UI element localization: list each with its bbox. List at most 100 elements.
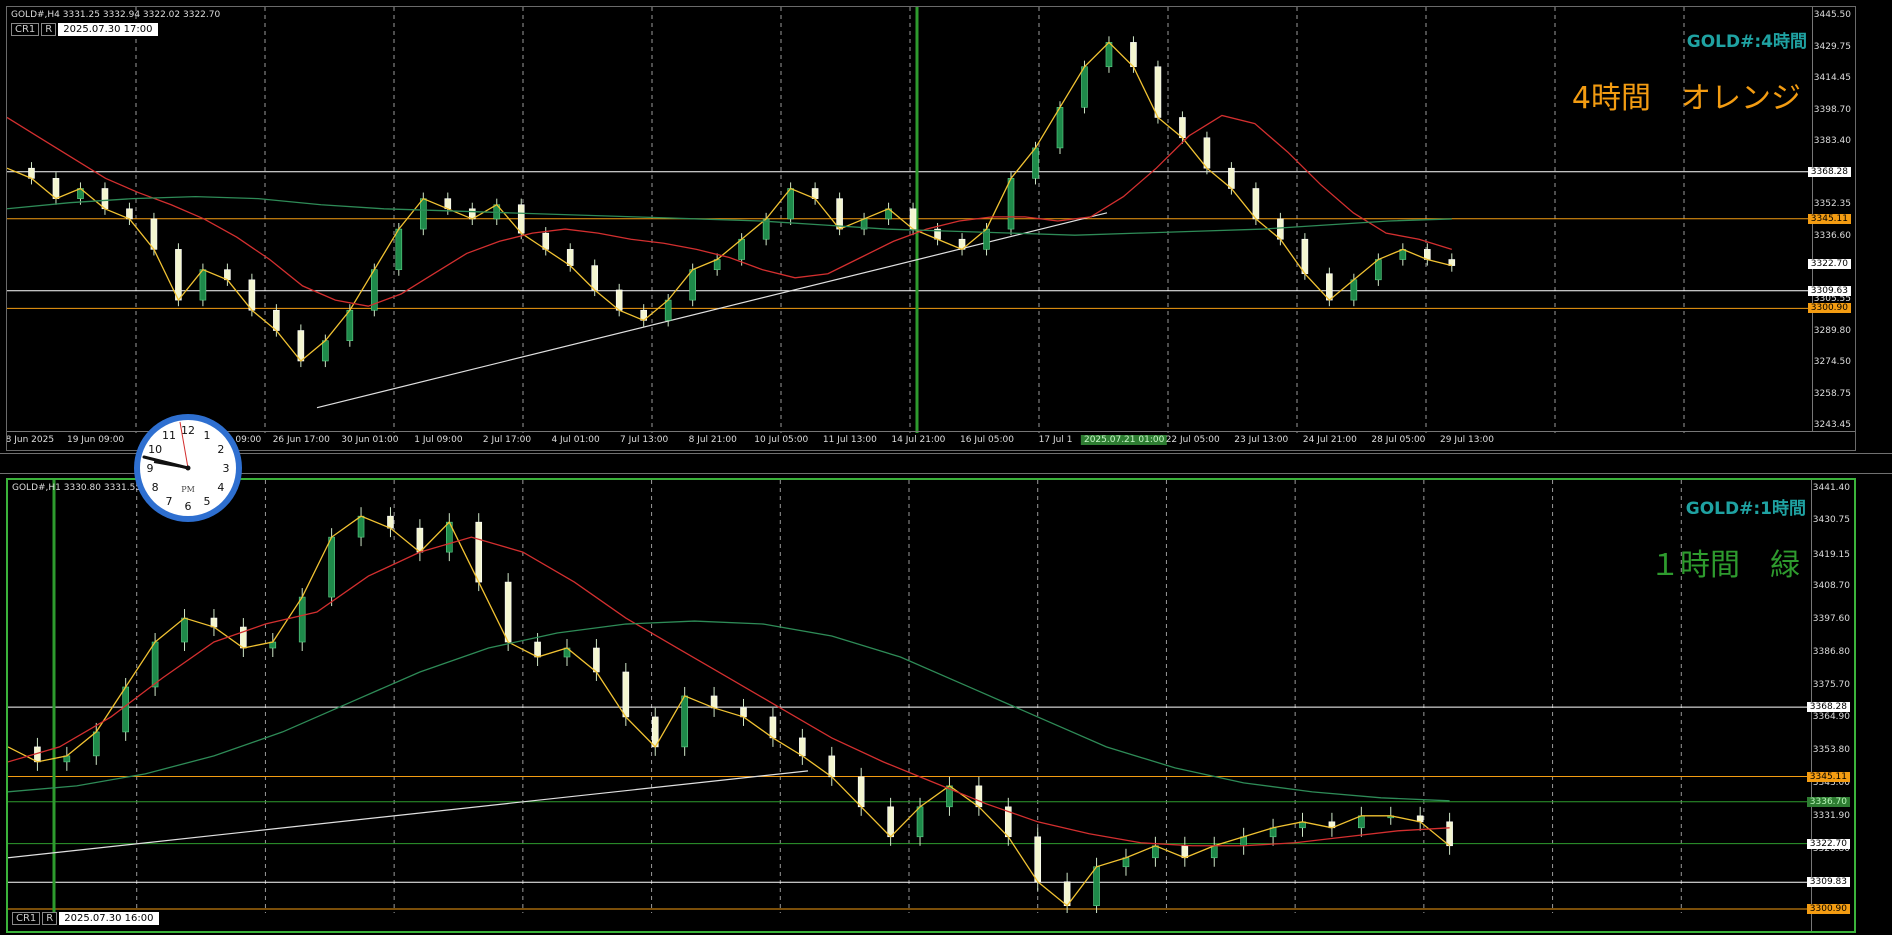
candle-body	[328, 536, 335, 598]
candle-body	[664, 299, 672, 321]
candle-body	[1240, 836, 1247, 847]
candle-body	[1358, 815, 1365, 829]
candle-body	[1350, 279, 1358, 301]
h1-chart-pane[interactable]: GOLD#,H1 3330.80 3331.55 3322.02 3322.70…	[6, 478, 1856, 933]
clock-widget[interactable]: 12 12 3 45678 9 1011 PM	[132, 412, 244, 524]
time-tick-label: 26 Jun 17:00	[272, 435, 330, 445]
h1-chart-plot[interactable]	[8, 480, 1810, 913]
h1-price-axis[interactable]: 3441.40 3430.75 3419.15 3408.70 3397.60 3386.…	[1806, 480, 1854, 931]
price-tick-label: 3352.35	[1813, 199, 1851, 210]
time-tick-label: 17 Jul 1	[1038, 435, 1073, 445]
clock-number: 9	[147, 462, 154, 475]
time-tick-label: 7 Jul 13:00	[620, 435, 669, 445]
time-tick-label: 2 Jul 17:00	[482, 435, 532, 445]
price-tick-label: 3398.70	[1813, 104, 1851, 115]
candle-body	[593, 647, 600, 673]
h1-jp-label: １時間 緑	[1650, 548, 1800, 583]
price-tick-label: 3274.50	[1813, 356, 1851, 367]
candle-body	[92, 731, 100, 757]
candle-body	[419, 198, 427, 230]
h4-chart-pane[interactable]: GOLD#,H4 3331.25 3332.94 3322.02 3322.70…	[6, 6, 1856, 451]
candle-body	[273, 309, 280, 331]
candle-body	[1007, 178, 1015, 230]
time-tick-label: 23 Jul 13:00	[1234, 435, 1289, 445]
candle-body	[1122, 857, 1130, 868]
candle-body	[799, 737, 806, 757]
price-tick-label: 3429.75	[1813, 41, 1851, 52]
candle-body	[769, 716, 777, 739]
price-tick-label: 3331.90	[1812, 811, 1850, 822]
time-tick-label: 10 Jul 05:00	[754, 435, 809, 445]
price-tick-label: 3445.50	[1813, 10, 1851, 20]
candle-body	[52, 178, 60, 199]
price-level-tag: 3368.28	[1807, 166, 1851, 177]
price-tick-label: 3353.80	[1812, 745, 1850, 756]
h4-crosshair-box: CR1 R 2025.07.30 17:00	[11, 23, 158, 36]
candle-body	[916, 806, 924, 838]
candle-body	[151, 641, 159, 688]
price-level-tag: 3300.90	[1807, 303, 1851, 314]
price-level-tag: 3322.70	[1807, 259, 1851, 270]
price-tick-label: 3397.60	[1812, 614, 1850, 625]
price-level-tag: 3322.70	[1806, 838, 1850, 849]
candle-body	[1301, 238, 1309, 275]
price-level-tag: 3336.70	[1806, 796, 1850, 807]
h4-jp-label: 4時間 オレンジ	[1571, 81, 1801, 116]
candle-body	[689, 269, 696, 301]
price-level-tag: 3345.11	[1807, 213, 1851, 224]
h4-r-label[interactable]: R	[41, 23, 57, 36]
h1-crosshair-box: CR1 R 2025.07.30 16:00	[12, 912, 159, 925]
h4-symbol-header: GOLD#,H4 3331.25 3332.94 3322.02 3322.70	[11, 10, 221, 20]
price-tick-label: 3336.60	[1813, 230, 1851, 241]
pane-divider[interactable]	[0, 453, 1892, 474]
candle-body	[534, 641, 541, 658]
candle-body	[240, 626, 247, 649]
candle-body	[1105, 42, 1113, 68]
price-tick-label: 3414.45	[1813, 73, 1851, 83]
price-level-tag: 3309.63	[1807, 285, 1851, 296]
zigzag-line	[8, 515, 1451, 907]
candle-body	[1203, 137, 1211, 169]
candle-body	[740, 707, 747, 718]
candle-body	[517, 204, 525, 234]
candle-body	[1081, 66, 1088, 108]
candle-body	[1210, 845, 1218, 859]
time-tick-label: 28 Jul 05:00	[1371, 435, 1426, 445]
price-tick-label: 3289.80	[1813, 325, 1851, 336]
price-tick-label: 3383.40	[1813, 136, 1851, 146]
candle-body	[150, 218, 158, 250]
clock-number: 3	[223, 462, 230, 475]
h1-title: GOLD#:1時間	[1685, 499, 1806, 519]
clock-number: 1	[204, 429, 211, 442]
price-level-tag: 3345.11	[1806, 771, 1850, 782]
zigzag-line	[7, 41, 1452, 362]
candle-body	[836, 198, 843, 230]
candle-body	[857, 776, 865, 808]
clock-number: 12	[181, 424, 195, 437]
candle-body	[1446, 821, 1453, 847]
candle-body	[1056, 107, 1064, 149]
h4-cr-label[interactable]: CR1	[11, 23, 40, 36]
h4-time-axis[interactable]: 18 Jun 202519 Jun 09:002025 Jun 09:0026 …	[7, 431, 1855, 450]
clock-number: 6	[185, 500, 192, 513]
candle-body	[416, 527, 424, 553]
candle-body	[738, 238, 745, 260]
clock-number: 11	[162, 429, 176, 442]
h1-r-label[interactable]: R	[42, 912, 58, 925]
candle-body	[1154, 66, 1162, 118]
candle-body	[1252, 188, 1260, 220]
candle-body	[887, 806, 894, 838]
h4-chart-plot[interactable]	[7, 7, 1813, 433]
ma-green-line	[8, 620, 1450, 802]
candle-body	[504, 581, 512, 643]
time-tick-label: 18 Jun 2025	[6, 435, 55, 445]
candle-body	[1269, 827, 1277, 838]
candle-body	[122, 686, 129, 733]
price-level-tag: 3368.28	[1806, 702, 1850, 713]
h4-price-axis[interactable]: 3445.50 3429.75 3414.45 3398.70 3383.40 3368.…	[1807, 7, 1855, 432]
h1-cr-label[interactable]: CR1	[12, 912, 41, 925]
candle-body	[975, 785, 983, 808]
candle-body	[1228, 167, 1235, 189]
h4-timestamp: 2025.07.30 17:00	[58, 23, 158, 36]
price-tick-label: 3408.70	[1812, 580, 1850, 591]
